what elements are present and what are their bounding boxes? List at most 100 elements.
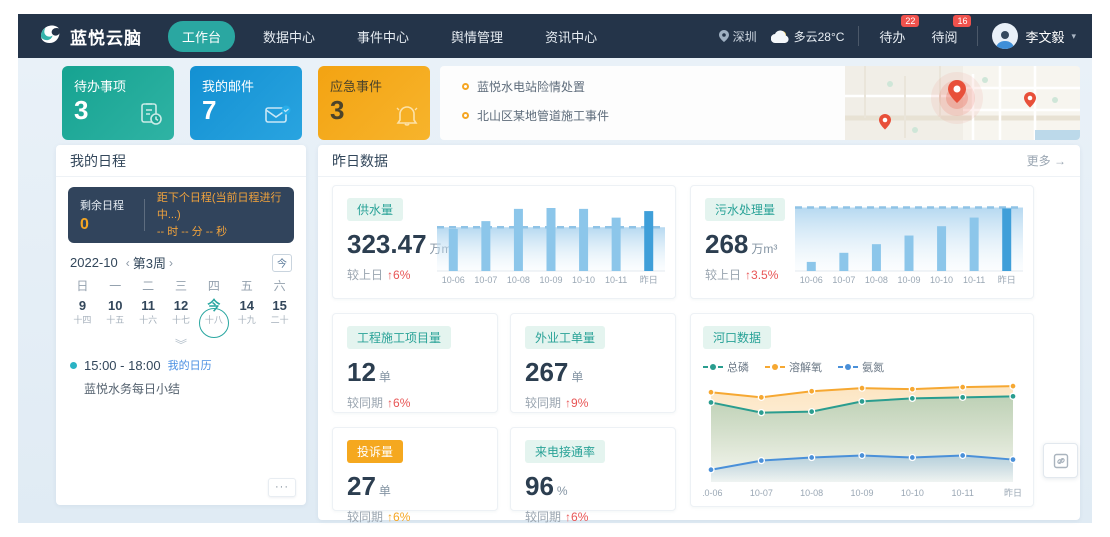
card-badge: 河口数据 [703,326,771,349]
prev-week-button[interactable]: ‹ [126,256,130,270]
toread-count-badge: 16 [953,15,971,27]
card-badge: 来电接通率 [525,440,605,463]
card-badge: 投诉量 [347,440,403,463]
event-time: 15:00 - 18:00 [84,358,161,373]
card-badge: 工程施工项目量 [347,326,451,349]
main-menu: 工作台 数据中心 事件中心 舆情管理 资讯中心 [168,21,611,52]
card-badge: 供水量 [347,198,403,221]
svg-text:10-06: 10-06 [442,275,465,285]
unit-label: 万m³ [751,242,777,256]
event-title: 蓝悦水务每日小结 [84,380,292,397]
field-orders-card[interactable]: 外业工单量 267单 较同期↑9% [510,313,676,413]
calendar-day[interactable]: 9十四 [66,295,99,326]
user-menu[interactable]: 李文毅 ▾ [992,23,1076,49]
date-row: 9十四 10十五 11十六 12十七 今十八 14十九 15二十 [66,295,296,326]
schedule-panel: 我的日程 剩余日程 0 距下个日程(当前日程进行中...) -- 时 -- 分 … [56,145,306,505]
event-text: 蓝悦水电站险情处置 [477,78,585,95]
tab-opinion-mgmt[interactable]: 舆情管理 [437,21,517,52]
toread-nav-button[interactable]: 待阅 16 [925,23,963,50]
countdown-text: -- 时 -- 分 -- 秒 [157,224,282,241]
compare-label: 较同期 [347,510,383,524]
construction-projects-card[interactable]: 工程施工项目量 12单 较同期↑6% [332,313,498,413]
svg-text:昨日: 昨日 [998,274,1016,285]
city-indicator: 深圳 [719,28,757,45]
estuary-data-card[interactable]: 河口数据 总磷 溶解氧 氨氮 10-0610-0710-0810-0910-10… [690,313,1034,507]
unit-label: % [557,484,568,498]
complaints-card[interactable]: 投诉量 27单 较同期↑6% [332,427,498,511]
weekday-label: 四 [197,277,230,294]
logo-swirl-icon [38,22,62,51]
nav-divider [858,26,859,46]
stat-value: 96 [525,471,554,501]
svg-text:10-10: 10-10 [901,488,924,498]
calendar-month: 2022-10 [70,255,118,270]
compare-label: 较上日 [347,268,383,282]
svg-text:10-09: 10-09 [897,275,920,285]
weekday-label: 三 [165,277,198,294]
location-pin-icon [719,30,729,42]
remaining-label: 剩余日程 [80,197,132,213]
svg-text:10-07: 10-07 [750,488,773,498]
calendar-day[interactable]: 15二十 [263,295,296,326]
week-label: 第3周 [133,253,166,272]
more-link[interactable]: 更多 → [1027,152,1066,169]
schedule-more-button[interactable]: ··· [268,478,296,497]
calendar-expand-chevron[interactable]: ︾ [56,341,306,349]
calendar-header: 2022-10 ‹ 第3周 › 今 [70,253,292,272]
user-name: 李文毅 [1025,27,1064,46]
weekday-label: 一 [99,277,132,294]
calendar-day[interactable]: 11十六 [132,295,165,326]
svg-text:10-07: 10-07 [474,275,497,285]
quick-note-button[interactable] [1043,443,1078,478]
map-preview[interactable] [845,66,1080,140]
todo-nav-button[interactable]: 待办 22 [873,23,911,50]
delta-value: ↑6% [387,268,410,282]
svg-text:昨日: 昨日 [1004,487,1022,498]
tab-workbench[interactable]: 工作台 [168,21,235,52]
calendar-day[interactable]: 10十五 [99,295,132,326]
delta-value: ↑3.5% [745,268,778,282]
document-link-icon [1052,452,1070,470]
svg-text:10-09: 10-09 [850,488,873,498]
emergency-summary-card[interactable]: 应急事件 3 [318,66,430,140]
emergency-events-panel: 蓝悦水电站险情处置 北山区某地管道施工事件 [440,66,1080,140]
clipboard-clock-icon [138,101,164,132]
schedule-list-item[interactable]: 15:00 - 18:00 我的日历 蓝悦水务每日小结 [70,357,292,397]
legend-dissolved-oxygen[interactable]: 溶解氧 [765,359,822,375]
tab-event-center[interactable]: 事件中心 [343,21,423,52]
unit-label: 单 [379,370,391,384]
weekday-row: 日 一 二 三 四 五 六 [66,277,296,294]
orange-ring-icon [462,83,469,90]
mail-summary-card[interactable]: 我的邮件 7 [190,66,302,140]
calendar-day-today[interactable]: 今十八 [197,295,230,326]
svg-text:10-08: 10-08 [865,275,888,285]
today-button[interactable]: 今 [272,254,292,272]
water-supply-card[interactable]: 供水量 323.47万m³ 较上日↑6% 10-0610-0710-0810-0… [332,185,676,299]
event-dot-icon [70,362,77,369]
call-answer-rate-card[interactable]: 来电接通率 96% 较同期↑6% [510,427,676,511]
today-ring [199,308,229,338]
delta-value: ↑9% [565,396,588,410]
calendar-tag-link[interactable]: 我的日历 [168,357,212,373]
svg-text:10-11: 10-11 [951,488,973,498]
card-badge: 污水处理量 [705,198,785,221]
compare-label: 较同期 [525,510,561,524]
weekday-label: 五 [230,277,263,294]
next-week-button[interactable]: › [169,256,173,270]
delta-value: ↑6% [565,510,588,524]
tab-data-center[interactable]: 数据中心 [249,21,329,52]
dashboard: 蓝悦云脑 工作台 数据中心 事件中心 舆情管理 资讯中心 深圳 多云28°C 待… [0,0,1110,537]
water-supply-value: 323.47 [347,229,427,259]
legend-total-phosphorus[interactable]: 总磷 [703,359,749,375]
weather-indicator: 多云28°C [771,28,845,45]
svg-text:10-11: 10-11 [605,275,627,285]
legend-ammonia-nitrogen[interactable]: 氨氮 [838,359,884,375]
unit-label: 单 [379,484,391,498]
sewage-treatment-card[interactable]: 污水处理量 268万m³ 较上日↑3.5% 10-0610-0710-0810-… [690,185,1034,299]
calendar-day[interactable]: 14十九 [230,295,263,326]
logo[interactable]: 蓝悦云脑 [18,22,168,51]
todo-summary-card[interactable]: 待办事项 3 [62,66,174,140]
calendar-day[interactable]: 12十七 [165,295,198,326]
cloud-icon [771,30,789,43]
tab-info-center[interactable]: 资讯中心 [531,21,611,52]
